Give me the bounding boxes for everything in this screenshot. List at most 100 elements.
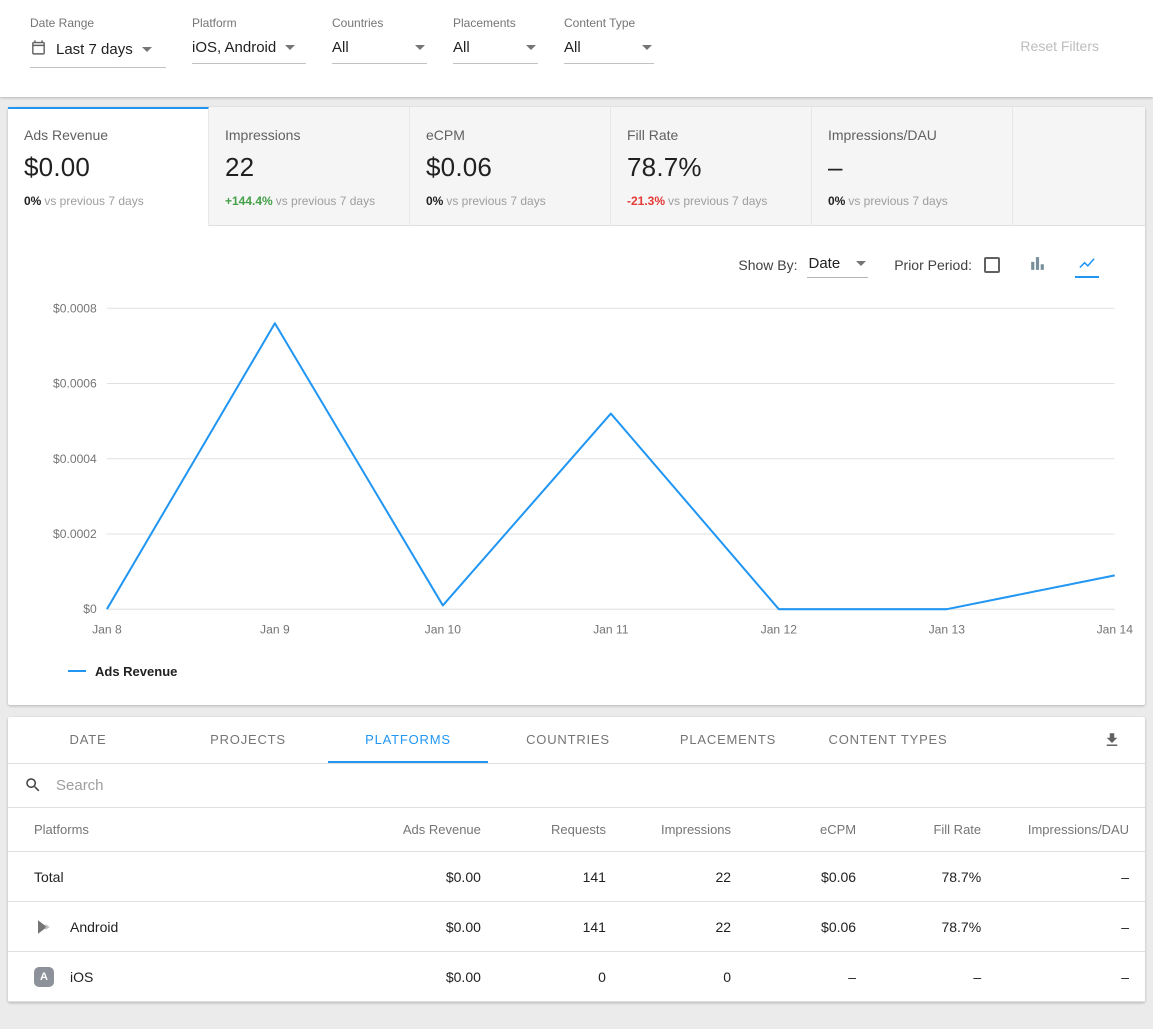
cell-fill-rate: – [872,952,997,1002]
row-label: iOS [70,969,93,985]
svg-text:Jan 9: Jan 9 [260,622,290,636]
cell-ecpm: $0.06 [747,852,872,902]
tab-placements[interactable]: PLACEMENTS [648,717,808,763]
tab-content-types[interactable]: CONTENT TYPES [808,717,968,763]
chevron-down-icon [415,45,425,50]
metric-value: $0.00 [24,152,192,183]
date-range-select[interactable]: Last 7 days [30,37,166,68]
metric-delta-row: 0%vs previous 7 days [828,194,996,208]
cell-requests: 141 [497,852,622,902]
metric-tab-impressions[interactable]: Impressions 22 +144.4%vs previous 7 days [209,107,410,226]
column-header-requests[interactable]: Requests [497,808,622,852]
calendar-icon [30,39,47,60]
column-header-platforms[interactable]: Platforms [8,808,360,852]
svg-text:$0.0004: $0.0004 [53,452,97,466]
chart-legend[interactable]: Ads Revenue [8,656,1145,705]
content-type-value: All [564,39,581,56]
svg-text:Jan 10: Jan 10 [425,622,462,636]
cell-fill-rate: 78.7% [872,902,997,952]
filter-date-range: Date Range Last 7 days [30,16,166,68]
line-chart: $0$0.0002$0.0004$0.0006$0.0008Jan 8Jan 9… [16,284,1137,656]
platform-select[interactable]: iOS, Android [192,37,306,64]
search-input[interactable] [56,777,1129,794]
metric-delta-row: 0%vs previous 7 days [426,194,594,208]
metric-delta: 0% [24,194,41,208]
chevron-down-icon [526,45,536,50]
show-by-label: Show By: [738,257,797,273]
table-search [8,764,1145,808]
metric-tab-impressions-dau[interactable]: Impressions/DAU – 0%vs previous 7 days [812,107,1013,226]
content-type-select[interactable]: All [564,37,654,64]
column-header-impressions[interactable]: Impressions [622,808,747,852]
filter-content-type: Content Type All [564,16,654,64]
table-row-total: Total $0.00 141 22 $0.06 78.7% – [8,852,1145,902]
legend-swatch [68,670,86,672]
show-by-select[interactable]: Date [807,253,869,278]
prior-period-label: Prior Period: [894,257,972,273]
metric-value: 78.7% [627,152,795,183]
platform-value: iOS, Android [192,39,276,56]
svg-text:$0: $0 [83,602,97,616]
row-label: Android [70,919,118,935]
svg-text:$0.0002: $0.0002 [53,527,97,541]
cell-requests: 141 [497,902,622,952]
reset-filters-button[interactable]: Reset Filters [1020,38,1099,54]
row-label: Total [34,869,64,885]
cell-fill-rate: 78.7% [872,852,997,902]
metric-delta: 0% [828,194,845,208]
analytics-card: Ads Revenue $0.00 0%vs previous 7 days I… [8,107,1145,705]
metric-delta-row: -21.3%vs previous 7 days [627,194,795,208]
tab-countries[interactable]: COUNTRIES [488,717,648,763]
metric-label: Ads Revenue [24,127,192,143]
filter-label: Countries [332,16,427,30]
column-header-ads-revenue[interactable]: Ads Revenue [360,808,496,852]
metric-delta: -21.3% [627,194,665,208]
metric-label: Impressions [225,127,393,143]
filter-label: Platform [192,16,306,30]
tab-projects[interactable]: PROJECTS [168,717,328,763]
column-header-fill-rate[interactable]: Fill Rate [872,808,997,852]
svg-text:$0.0008: $0.0008 [53,301,97,315]
metric-label: eCPM [426,127,594,143]
svg-text:Jan 8: Jan 8 [92,622,122,636]
column-header-ecpm[interactable]: eCPM [747,808,872,852]
bar-chart-icon [1028,254,1047,273]
breakdown-card: DATE PROJECTS PLATFORMS COUNTRIES PLACEM… [8,717,1145,1003]
app-store-icon: A [34,967,54,987]
metric-tab-ads-revenue[interactable]: Ads Revenue $0.00 0%vs previous 7 days [8,107,209,226]
download-button[interactable] [1103,731,1121,749]
bar-chart-toggle[interactable] [1026,252,1049,278]
filter-countries: Countries All [332,16,427,64]
cell-ads-revenue: $0.00 [360,902,496,952]
metric-value: 22 [225,152,393,183]
column-header-impressions-dau[interactable]: Impressions/DAU [997,808,1145,852]
metric-tabs: Ads Revenue $0.00 0%vs previous 7 days I… [8,107,1145,226]
cell-impressions: 0 [622,952,747,1002]
metric-delta-suffix: vs previous 7 days [848,194,947,208]
search-icon [24,776,42,794]
metric-delta: +144.4% [225,194,273,208]
metric-delta-suffix: vs previous 7 days [446,194,545,208]
tab-date[interactable]: DATE [8,717,168,763]
metric-tab-ecpm[interactable]: eCPM $0.06 0%vs previous 7 days [410,107,611,226]
cell-ecpm: – [747,952,872,1002]
cell-impressions: 22 [622,852,747,902]
countries-select[interactable]: All [332,37,427,64]
chevron-down-icon [142,47,152,52]
metric-tab-fill-rate[interactable]: Fill Rate 78.7% -21.3%vs previous 7 days [611,107,812,226]
line-chart-toggle[interactable] [1075,252,1099,278]
prior-period-checkbox[interactable] [984,257,1000,273]
cell-impressions-dau: – [997,902,1145,952]
tab-platforms[interactable]: PLATFORMS [328,717,488,763]
metric-delta: 0% [426,194,443,208]
breakdown-table: Platforms Ads Revenue Requests Impressio… [8,808,1145,1003]
breakdown-tabs: DATE PROJECTS PLATFORMS COUNTRIES PLACEM… [8,717,1145,764]
placements-select[interactable]: All [453,37,538,64]
metric-tabs-filler [1013,107,1145,226]
metric-label: Fill Rate [627,127,795,143]
cell-impressions-dau: – [997,852,1145,902]
filter-placements: Placements All [453,16,538,64]
metric-delta-row: +144.4%vs previous 7 days [225,194,393,208]
metric-label: Impressions/DAU [828,127,996,143]
show-by-value: Date [809,255,841,272]
